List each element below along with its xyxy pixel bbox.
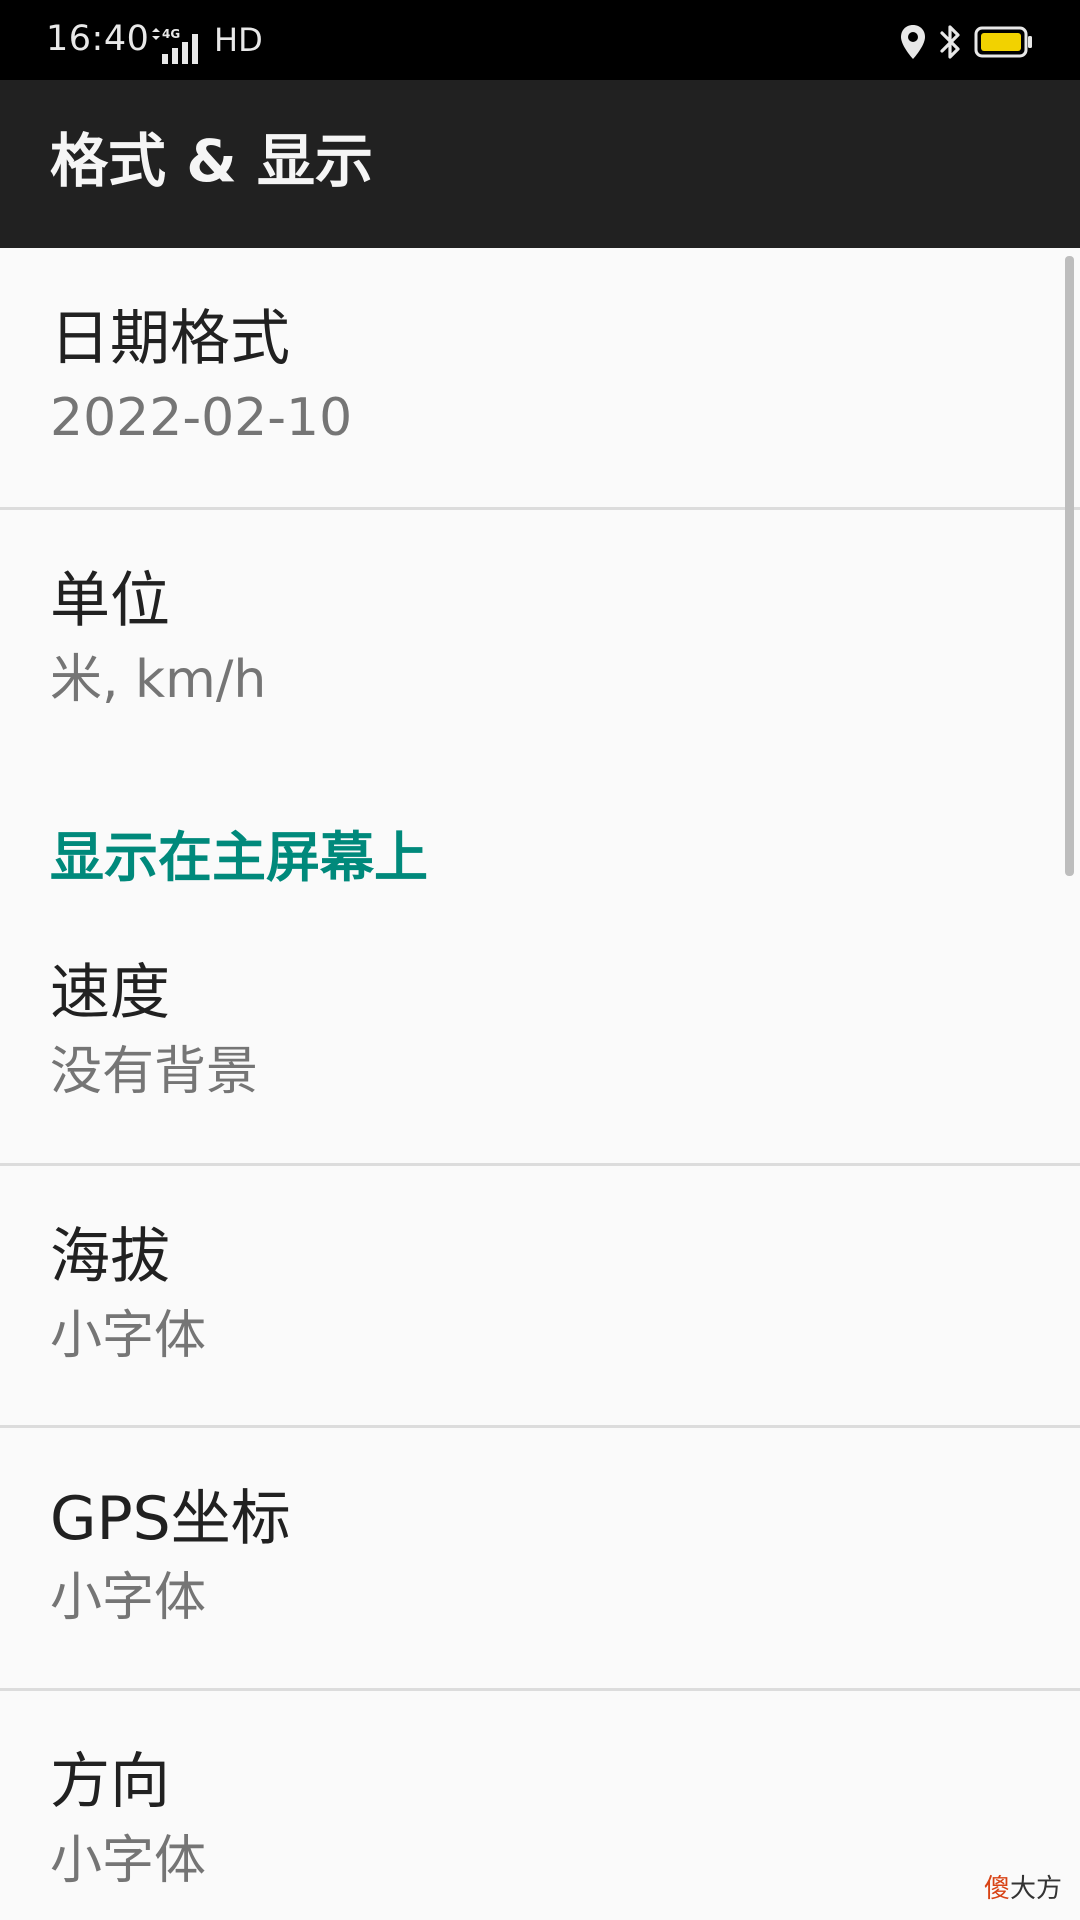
pref-speed[interactable]: 速度 没有背景: [0, 938, 1080, 1156]
watermark-text: 大方: [1009, 1874, 1062, 1904]
watermark-accent: 傻: [983, 1874, 1010, 1904]
network-type-label: 4G: [162, 27, 180, 41]
pref-units[interactable]: 单位 米, km/h: [0, 510, 1080, 768]
bluetooth-icon: [940, 25, 960, 59]
preference-list: 日期格式 2022-02-10 单位 米, km/h 显示在主屏幕上 速度 没有…: [0, 248, 1080, 1920]
status-time: 16:40: [46, 19, 150, 59]
pref-summary: 2022-02-10: [50, 388, 353, 448]
location-icon: [901, 25, 925, 59]
watermark: 傻大方: [984, 1876, 1062, 1902]
page-title: 格式 & 显示: [50, 127, 373, 195]
pref-title: 速度: [50, 958, 170, 1028]
pref-date-format[interactable]: 日期格式 2022-02-10: [0, 248, 1080, 508]
pref-altitude[interactable]: 海拔 小字体: [0, 1166, 1080, 1428]
section-header-home-screen: 显示在主屏幕上: [50, 826, 428, 889]
pref-direction[interactable]: 方向 小字体: [0, 1691, 1080, 1920]
pref-gps-coordinates[interactable]: GPS坐标 小字体: [0, 1428, 1080, 1690]
signal-icon: 4G: [152, 27, 198, 64]
battery-level: [981, 33, 1021, 51]
pref-summary: 小字体: [50, 1306, 207, 1366]
pref-summary: 米, km/h: [50, 650, 267, 710]
pref-title: 单位: [50, 566, 170, 636]
hd-label: HD: [214, 21, 263, 59]
status-bar: 16:40 4G HD: [0, 0, 1080, 80]
scrollbar[interactable]: [1065, 256, 1074, 876]
pref-title: 日期格式: [50, 304, 290, 374]
pref-title: GPS坐标: [50, 1484, 291, 1554]
battery-icon: [974, 26, 1032, 58]
app-bar: 格式 & 显示: [0, 80, 1080, 248]
pref-title: 方向: [50, 1747, 170, 1817]
pref-summary: 小字体: [50, 1568, 207, 1628]
pref-title: 海拔: [50, 1222, 170, 1292]
screen: 16:40 4G HD 格式 & 显示 日期格式 2022-02-10 单位 米…: [0, 0, 1080, 1920]
pref-summary: 没有背景: [50, 1042, 259, 1102]
pref-summary: 小字体: [50, 1831, 207, 1891]
status-icons: [898, 20, 1034, 64]
